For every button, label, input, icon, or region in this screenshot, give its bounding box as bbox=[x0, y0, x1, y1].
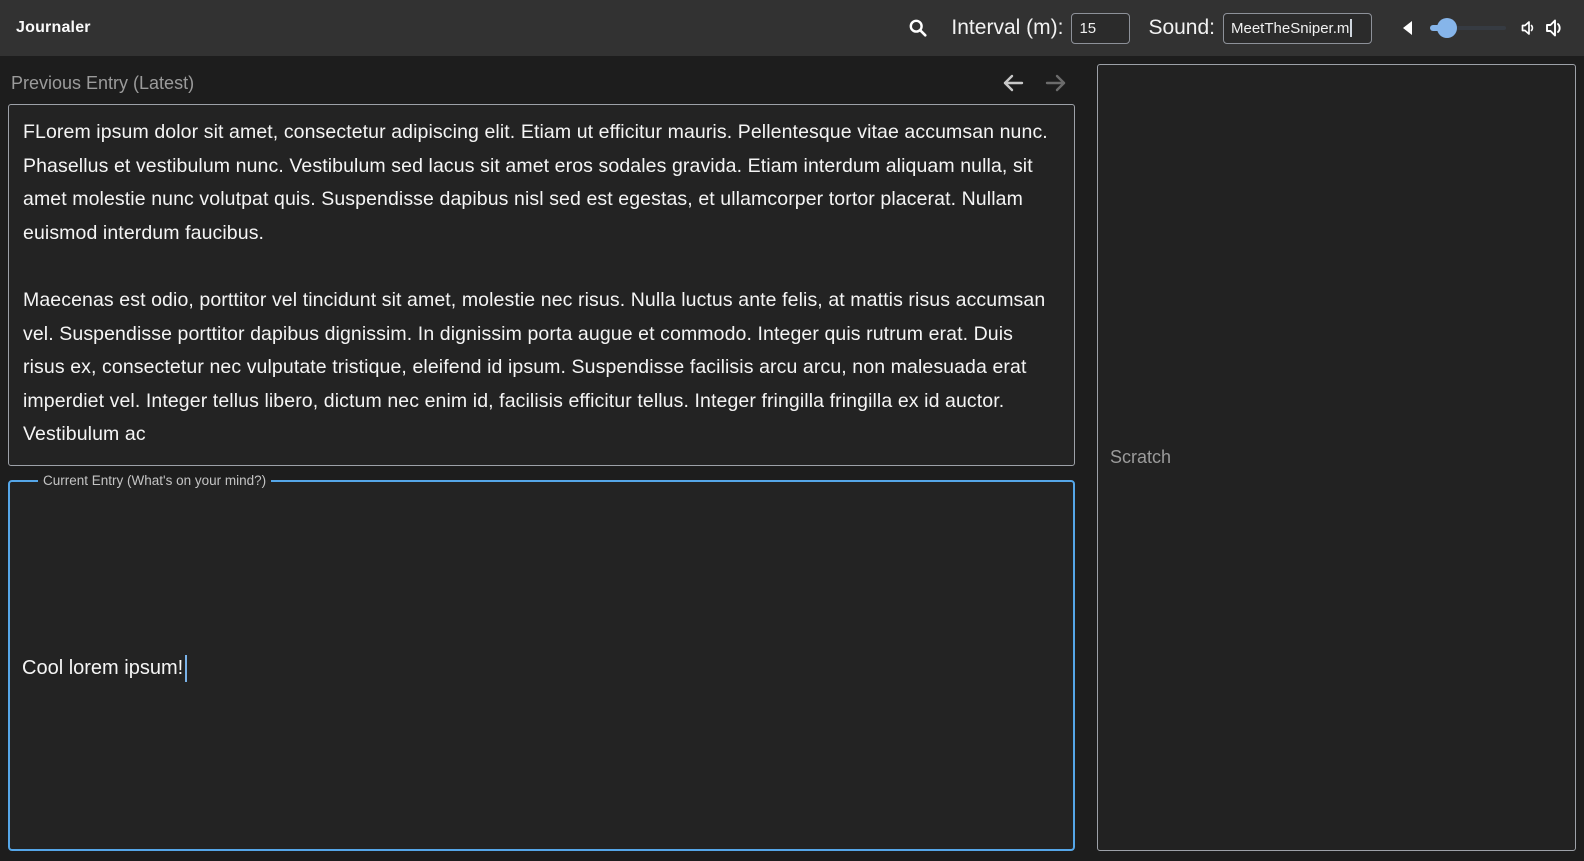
current-entry-field[interactable]: Current Entry (What's on your mind?) Coo… bbox=[8, 473, 1075, 851]
text-caret bbox=[185, 655, 187, 682]
previous-entry-paragraph: Maecenas est odio, porttitor vel tincidu… bbox=[23, 284, 1060, 452]
toolbar: Interval (m): 15 Sound: MeetTheSniper.m bbox=[903, 13, 1568, 44]
volume-min-icon[interactable] bbox=[1394, 15, 1420, 41]
sound-label: Sound: bbox=[1148, 16, 1215, 40]
interval-value: 15 bbox=[1079, 20, 1096, 37]
next-entry-button[interactable] bbox=[1043, 72, 1069, 94]
scratch-pad[interactable]: Scratch bbox=[1097, 64, 1576, 851]
volume-max-icon[interactable] bbox=[1542, 15, 1568, 41]
interval-input[interactable]: 15 bbox=[1071, 13, 1130, 44]
previous-entry-button[interactable] bbox=[1000, 72, 1026, 94]
app-title: Journaler bbox=[16, 19, 91, 37]
previous-entry-header: Previous Entry (Latest) bbox=[8, 62, 1075, 104]
search-button[interactable] bbox=[903, 13, 933, 43]
entry-navigation bbox=[1000, 72, 1069, 94]
volume-mid-icon[interactable] bbox=[1516, 15, 1542, 41]
sound-input[interactable]: MeetTheSniper.m bbox=[1223, 13, 1372, 44]
volume-slider-thumb[interactable] bbox=[1437, 18, 1457, 38]
previous-entry-caption: Previous Entry (Latest) bbox=[11, 73, 194, 94]
current-entry-label: Current Entry (What's on your mind?) bbox=[38, 473, 271, 488]
search-icon bbox=[908, 18, 928, 38]
main-content: Previous Entry (Latest) bbox=[0, 56, 1584, 861]
volume-slider[interactable] bbox=[1430, 17, 1506, 39]
text-caret bbox=[1350, 19, 1352, 37]
previous-entry-text[interactable]: FLorem ipsum dolor sit amet, consectetur… bbox=[8, 104, 1075, 466]
current-entry-text[interactable]: Cool lorem ipsum! bbox=[22, 655, 187, 682]
journal-column: Previous Entry (Latest) bbox=[8, 62, 1075, 851]
arrow-left-icon bbox=[1001, 73, 1025, 93]
scratch-placeholder: Scratch bbox=[1110, 447, 1171, 468]
arrow-right-icon bbox=[1044, 73, 1068, 93]
current-entry-value: Cool lorem ipsum! bbox=[22, 657, 183, 680]
interval-label: Interval (m): bbox=[951, 16, 1063, 40]
top-bar: Journaler Interval (m): 15 Sound: MeetTh… bbox=[0, 0, 1584, 56]
previous-entry-paragraph: FLorem ipsum dolor sit amet, consectetur… bbox=[23, 116, 1060, 250]
volume-controls bbox=[1394, 15, 1568, 41]
sound-value: MeetTheSniper.m bbox=[1231, 20, 1349, 37]
